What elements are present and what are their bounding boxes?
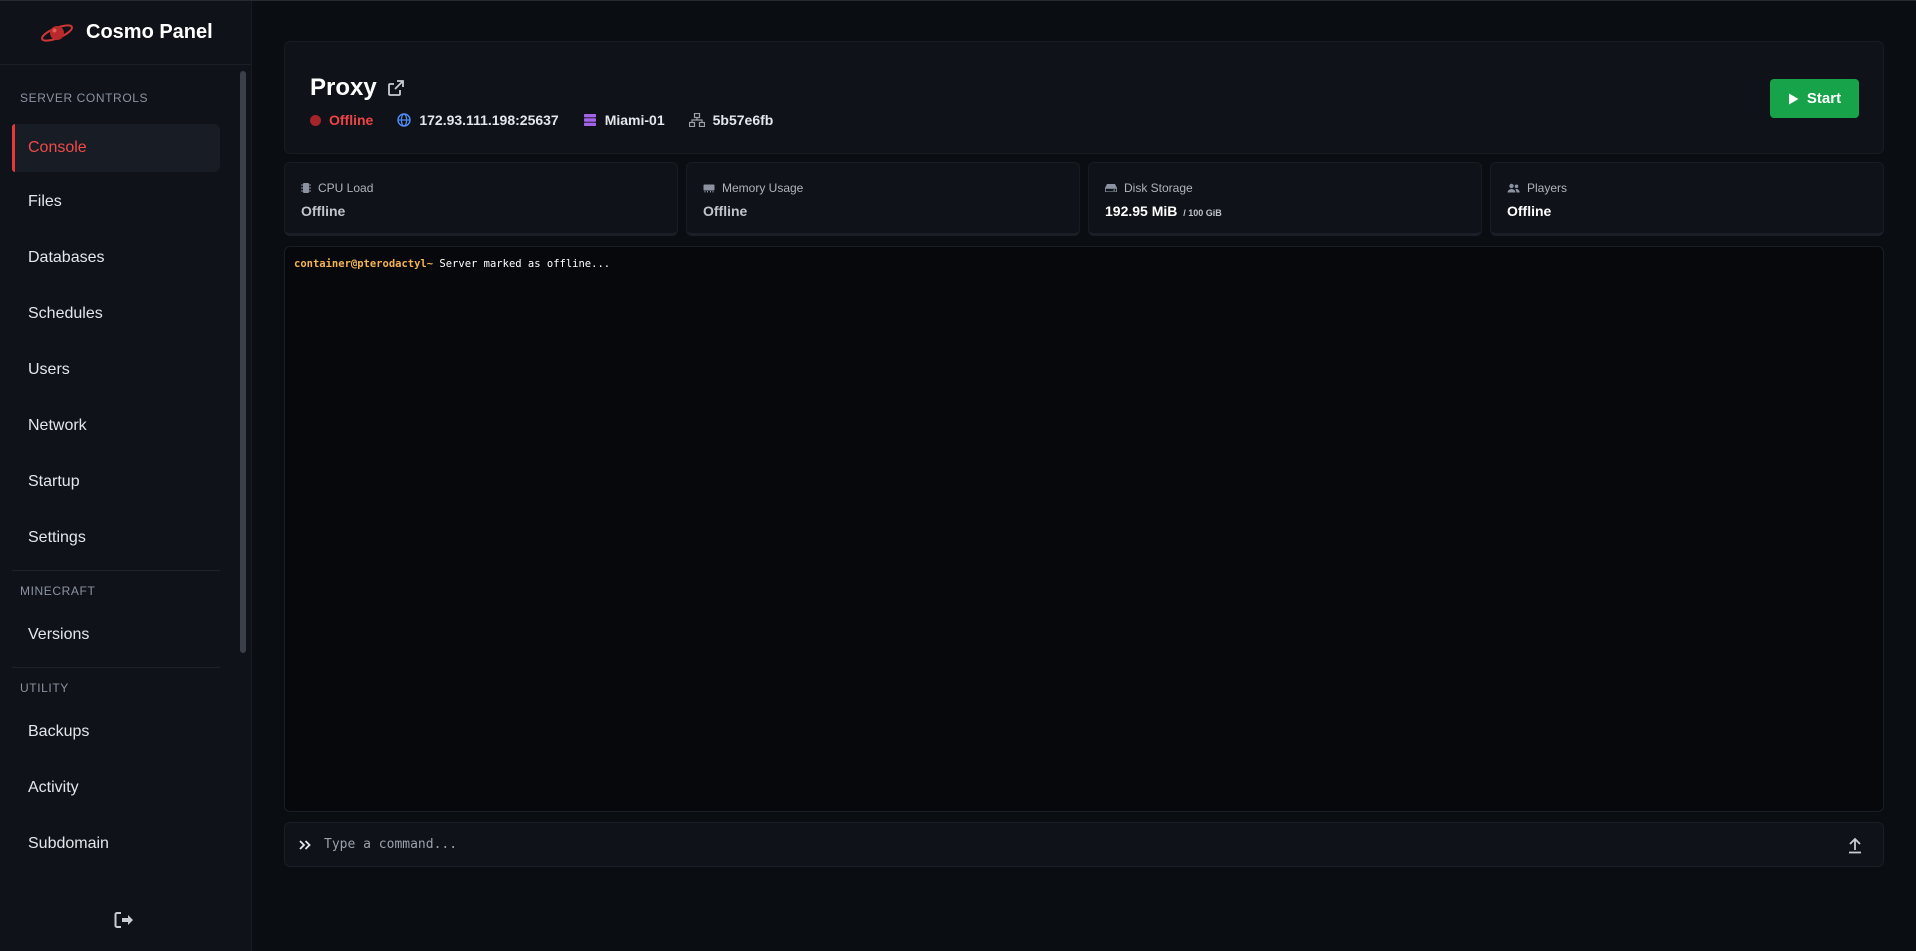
command-input[interactable] <box>324 837 1847 852</box>
planet-logo-icon <box>41 23 73 42</box>
stat-disk: Disk Storage 192.95 MiB / 100 GiB <box>1088 162 1482 236</box>
sidebar-item-versions[interactable]: Versions <box>12 611 220 659</box>
start-button[interactable]: Start <box>1770 79 1859 118</box>
brand-name: Cosmo Panel <box>86 21 213 43</box>
upload-send-icon[interactable] <box>1847 836 1863 854</box>
divider <box>12 570 220 571</box>
server-title: Proxy <box>310 74 405 102</box>
console-output[interactable]: container@pterodactyl~ Server marked as … <box>284 246 1884 812</box>
stat-players-label: Players <box>1507 181 1567 195</box>
sidebar-scrollbar[interactable] <box>240 71 246 653</box>
sidebar-nav: SERVER CONTROLS Console Files Databases … <box>0 71 240 868</box>
stat-label-text: Disk Storage <box>1124 181 1193 195</box>
stat-label-text: Memory Usage <box>722 181 804 195</box>
logout-icon[interactable] <box>114 911 134 929</box>
console-message: Server marked as offline... <box>439 258 611 270</box>
stat-label-text: Players <box>1527 181 1568 195</box>
sidebar-item-settings[interactable]: Settings <box>12 514 220 562</box>
sidebar-item-backups[interactable]: Backups <box>12 708 220 756</box>
section-label-server-controls: SERVER CONTROLS <box>20 90 149 105</box>
sidebar-item-startup[interactable]: Startup <box>12 458 220 506</box>
stat-players: Players Offline <box>1490 162 1884 236</box>
server-node-text: Miami-01 <box>604 112 665 128</box>
section-label-utility: UTILITY <box>20 681 69 695</box>
sidebar-item-label: Startup <box>28 473 80 490</box>
sidebar-item-label: Settings <box>28 529 86 546</box>
stat-cpu: CPU Load Offline <box>284 162 678 236</box>
sidebar-item-files[interactable]: Files <box>12 178 220 226</box>
stat-memory-label: Memory Usage <box>703 181 803 195</box>
cpu-icon <box>301 183 311 193</box>
external-link-icon[interactable] <box>387 79 405 97</box>
app-root: Cosmo Panel SERVER CONTROLS Console File… <box>0 0 1916 951</box>
sidebar-item-label: Users <box>28 361 70 378</box>
stat-label-text: CPU Load <box>318 181 374 195</box>
server-rack-icon <box>583 114 596 126</box>
brand[interactable]: Cosmo Panel <box>0 1 251 65</box>
sidebar-item-subdomain[interactable]: Subdomain <box>12 820 220 868</box>
sidebar-item-label: Files <box>28 193 62 210</box>
stat-players-value: Offline <box>1507 203 1552 219</box>
sidebar: Cosmo Panel SERVER CONTROLS Console File… <box>0 1 252 951</box>
sidebar-item-console[interactable]: Console <box>12 124 220 172</box>
sidebar-item-label: Network <box>28 417 87 434</box>
server-node: Miami-01 <box>583 112 665 128</box>
sidebar-item-label: Subdomain <box>28 835 109 852</box>
stat-memory-value: Offline <box>703 203 748 219</box>
command-bar <box>284 822 1884 867</box>
disk-used-text: 192.95 MiB <box>1105 203 1178 219</box>
sidebar-item-label: Console <box>28 139 87 156</box>
status-text: Offline <box>329 112 374 128</box>
sidebar-item-activity[interactable]: Activity <box>12 764 220 812</box>
stat-cpu-label: CPU Load <box>301 181 373 195</box>
status-indicator: Offline <box>310 112 373 128</box>
sidebar-item-label: Schedules <box>28 305 103 322</box>
globe-icon <box>397 113 412 127</box>
disk-limit-text: / 100 GiB <box>1183 208 1222 218</box>
memory-icon <box>703 184 715 193</box>
chevrons-right-icon <box>299 839 311 850</box>
server-name: Proxy <box>310 74 377 101</box>
sidebar-item-label: Activity <box>28 779 79 796</box>
stat-disk-label: Disk Storage <box>1105 181 1193 195</box>
section-label-minecraft: MINECRAFT <box>20 584 96 598</box>
console-prompt: container@pterodactyl~ <box>294 258 434 270</box>
stat-memory: Memory Usage Offline <box>686 162 1080 236</box>
stat-disk-value: 192.95 MiB / 100 GiB <box>1105 203 1222 219</box>
server-id-text: 5b57e6fb <box>712 112 774 128</box>
server-address-text: 172.93.111.198:25637 <box>419 112 559 128</box>
sidebar-item-users[interactable]: Users <box>12 346 220 394</box>
start-button-label: Start <box>1806 90 1842 107</box>
sidebar-item-label: Backups <box>28 723 90 740</box>
server-address[interactable]: 172.93.111.198:25637 <box>397 112 559 128</box>
stat-cpu-value: Offline <box>301 203 346 219</box>
play-icon <box>1788 93 1799 104</box>
console-line: container@pterodactyl~ Server marked as … <box>294 258 1874 270</box>
server-header: Proxy Offline 172.93.111.198:25637 Miami… <box>284 41 1884 154</box>
users-icon <box>1507 183 1520 193</box>
divider <box>12 667 220 668</box>
sidebar-item-network[interactable]: Network <box>12 402 220 450</box>
sidebar-item-schedules[interactable]: Schedules <box>12 290 220 338</box>
server-meta: Offline 172.93.111.198:25637 Miami-01 5b… <box>310 112 797 128</box>
network-icon <box>688 113 705 127</box>
sidebar-item-label: Databases <box>28 249 105 266</box>
status-dot-icon <box>310 114 321 126</box>
server-id: 5b57e6fb <box>688 112 774 128</box>
sidebar-item-label: Versions <box>28 626 90 643</box>
hard-drive-icon <box>1105 184 1117 192</box>
sidebar-item-databases[interactable]: Databases <box>12 234 220 282</box>
